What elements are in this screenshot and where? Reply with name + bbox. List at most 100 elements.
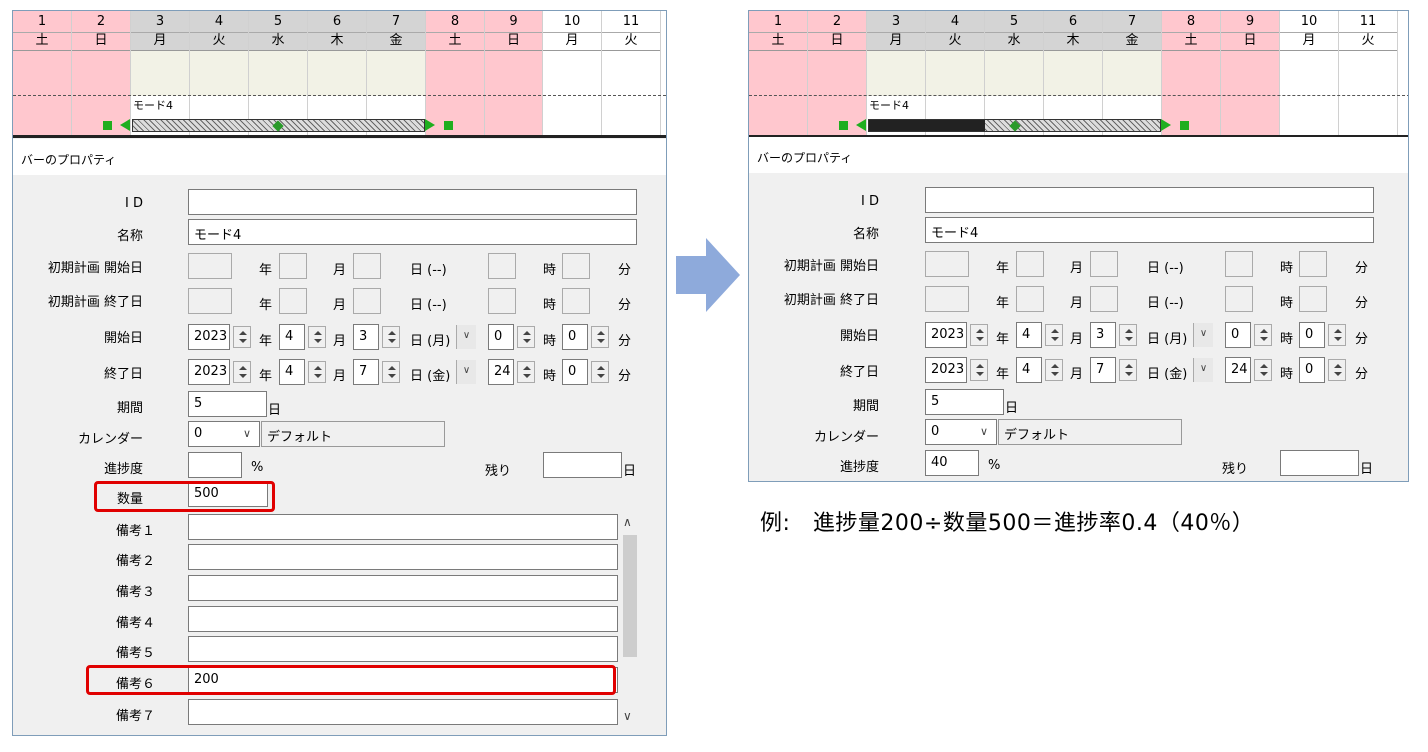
start-hour-input[interactable]: 0 (488, 324, 514, 350)
end-year-input[interactable]: 2023 (188, 359, 230, 385)
day-number: 1 (749, 13, 807, 33)
scroll-down-icon[interactable]: ∨ (623, 709, 632, 723)
start-min-spinner[interactable] (1328, 324, 1346, 346)
unit-hour: 時 (543, 334, 557, 349)
start-day-spinner[interactable] (382, 326, 400, 348)
init-end-month[interactable] (279, 288, 307, 314)
start-month-input[interactable]: 4 (1016, 322, 1042, 348)
init-end-day[interactable] (353, 288, 381, 314)
init-start-min[interactable] (1299, 251, 1327, 277)
end-year-spinner[interactable] (233, 361, 251, 383)
start-label: 開始日 (839, 329, 879, 344)
scroll-up-icon[interactable]: ∧ (623, 515, 632, 529)
end-handle[interactable] (1180, 121, 1189, 130)
period-input[interactable]: 5 (925, 389, 1004, 415)
end-hour-input[interactable]: 24 (488, 359, 514, 385)
chevron-down-icon[interactable]: ∨ (243, 427, 251, 440)
end-hour-spinner[interactable] (517, 361, 535, 383)
init-end-min[interactable] (562, 288, 590, 314)
init-end-min[interactable] (1299, 286, 1327, 312)
note3-input[interactable] (188, 575, 618, 601)
start-hour-spinner[interactable] (517, 326, 535, 348)
start-min-input[interactable]: 0 (562, 324, 588, 350)
end-day-spinner[interactable] (382, 361, 400, 383)
start-handle[interactable] (103, 121, 112, 130)
end-month-input[interactable]: 4 (1016, 357, 1042, 383)
note1-input[interactable] (188, 514, 618, 540)
end-hour-spinner[interactable] (1254, 359, 1272, 381)
end-hour-input[interactable]: 24 (1225, 357, 1251, 383)
start-year-input[interactable]: 2023 (188, 324, 230, 350)
start-min-input[interactable]: 0 (1299, 322, 1325, 348)
remain-input[interactable] (543, 452, 622, 478)
calendar-name: デフォルト (261, 421, 445, 447)
day-number: 11 (602, 13, 660, 33)
end-date-picker-icon[interactable]: ∨ (456, 360, 476, 384)
start-day-input[interactable]: 3 (1090, 322, 1116, 348)
start-year-input[interactable]: 2023 (925, 322, 967, 348)
start-year-spinner[interactable] (970, 324, 988, 346)
end-month-spinner[interactable] (308, 361, 326, 383)
end-day-input[interactable]: 7 (353, 359, 379, 385)
note7-input[interactable] (188, 699, 618, 725)
remain-input[interactable] (1280, 450, 1359, 476)
start-min-spinner[interactable] (591, 326, 609, 348)
start-day-spinner[interactable] (1119, 324, 1137, 346)
start-arrow-icon[interactable] (120, 119, 130, 131)
end-day-spinner[interactable] (1119, 359, 1137, 381)
end-date-picker-icon[interactable]: ∨ (1193, 358, 1213, 382)
chevron-down-icon[interactable]: ∨ (980, 425, 988, 438)
end-arrow-icon[interactable] (425, 119, 435, 131)
start-month-spinner[interactable] (1045, 324, 1063, 346)
init-start-min[interactable] (562, 253, 590, 279)
scroll-thumb[interactable] (623, 535, 637, 657)
init-start-year[interactable] (925, 251, 969, 277)
end-month-input[interactable]: 4 (279, 359, 305, 385)
init-start-year[interactable] (188, 253, 232, 279)
init-end-hour[interactable] (488, 288, 516, 314)
progress-input[interactable]: 40 (925, 450, 979, 476)
end-min-spinner[interactable] (1328, 359, 1346, 381)
name-input[interactable]: モード4 (925, 217, 1374, 243)
vertical-scrollbar[interactable]: ∧ ∨ (621, 513, 639, 725)
start-hour-spinner[interactable] (1254, 324, 1272, 346)
start-arrow-icon[interactable] (856, 119, 866, 131)
id-input[interactable] (925, 187, 1374, 213)
id-input[interactable] (188, 189, 637, 215)
progress-input[interactable] (188, 452, 242, 478)
end-min-input[interactable]: 0 (562, 359, 588, 385)
init-start-hour[interactable] (1225, 251, 1253, 277)
start-day-input[interactable]: 3 (353, 324, 379, 350)
end-year-spinner[interactable] (970, 359, 988, 381)
init-start-day[interactable] (353, 253, 381, 279)
end-month-spinner[interactable] (1045, 359, 1063, 381)
end-day-input[interactable]: 7 (1090, 357, 1116, 383)
note5-input[interactable] (188, 636, 618, 662)
end-year-input[interactable]: 2023 (925, 357, 967, 383)
init-end-day[interactable] (1090, 286, 1118, 312)
init-start-month[interactable] (279, 253, 307, 279)
note4-input[interactable] (188, 606, 618, 632)
note1-label: 備考１ (115, 524, 155, 539)
start-date-picker-icon[interactable]: ∨ (456, 325, 476, 349)
end-arrow-icon[interactable] (1161, 119, 1171, 131)
end-min-input[interactable]: 0 (1299, 357, 1325, 383)
init-end-year[interactable] (925, 286, 969, 312)
end-handle[interactable] (444, 121, 453, 130)
init-end-year[interactable] (188, 288, 232, 314)
start-month-input[interactable]: 4 (279, 324, 305, 350)
period-input[interactable]: 5 (188, 391, 267, 417)
start-date-picker-icon[interactable]: ∨ (1193, 323, 1213, 347)
init-start-month[interactable] (1016, 251, 1044, 277)
name-input[interactable]: モード4 (188, 219, 637, 245)
start-handle[interactable] (839, 121, 848, 130)
note2-input[interactable] (188, 544, 618, 570)
start-hour-input[interactable]: 0 (1225, 322, 1251, 348)
init-start-hour[interactable] (488, 253, 516, 279)
start-month-spinner[interactable] (308, 326, 326, 348)
init-start-day[interactable] (1090, 251, 1118, 277)
start-year-spinner[interactable] (233, 326, 251, 348)
init-end-hour[interactable] (1225, 286, 1253, 312)
end-min-spinner[interactable] (591, 361, 609, 383)
init-end-month[interactable] (1016, 286, 1044, 312)
